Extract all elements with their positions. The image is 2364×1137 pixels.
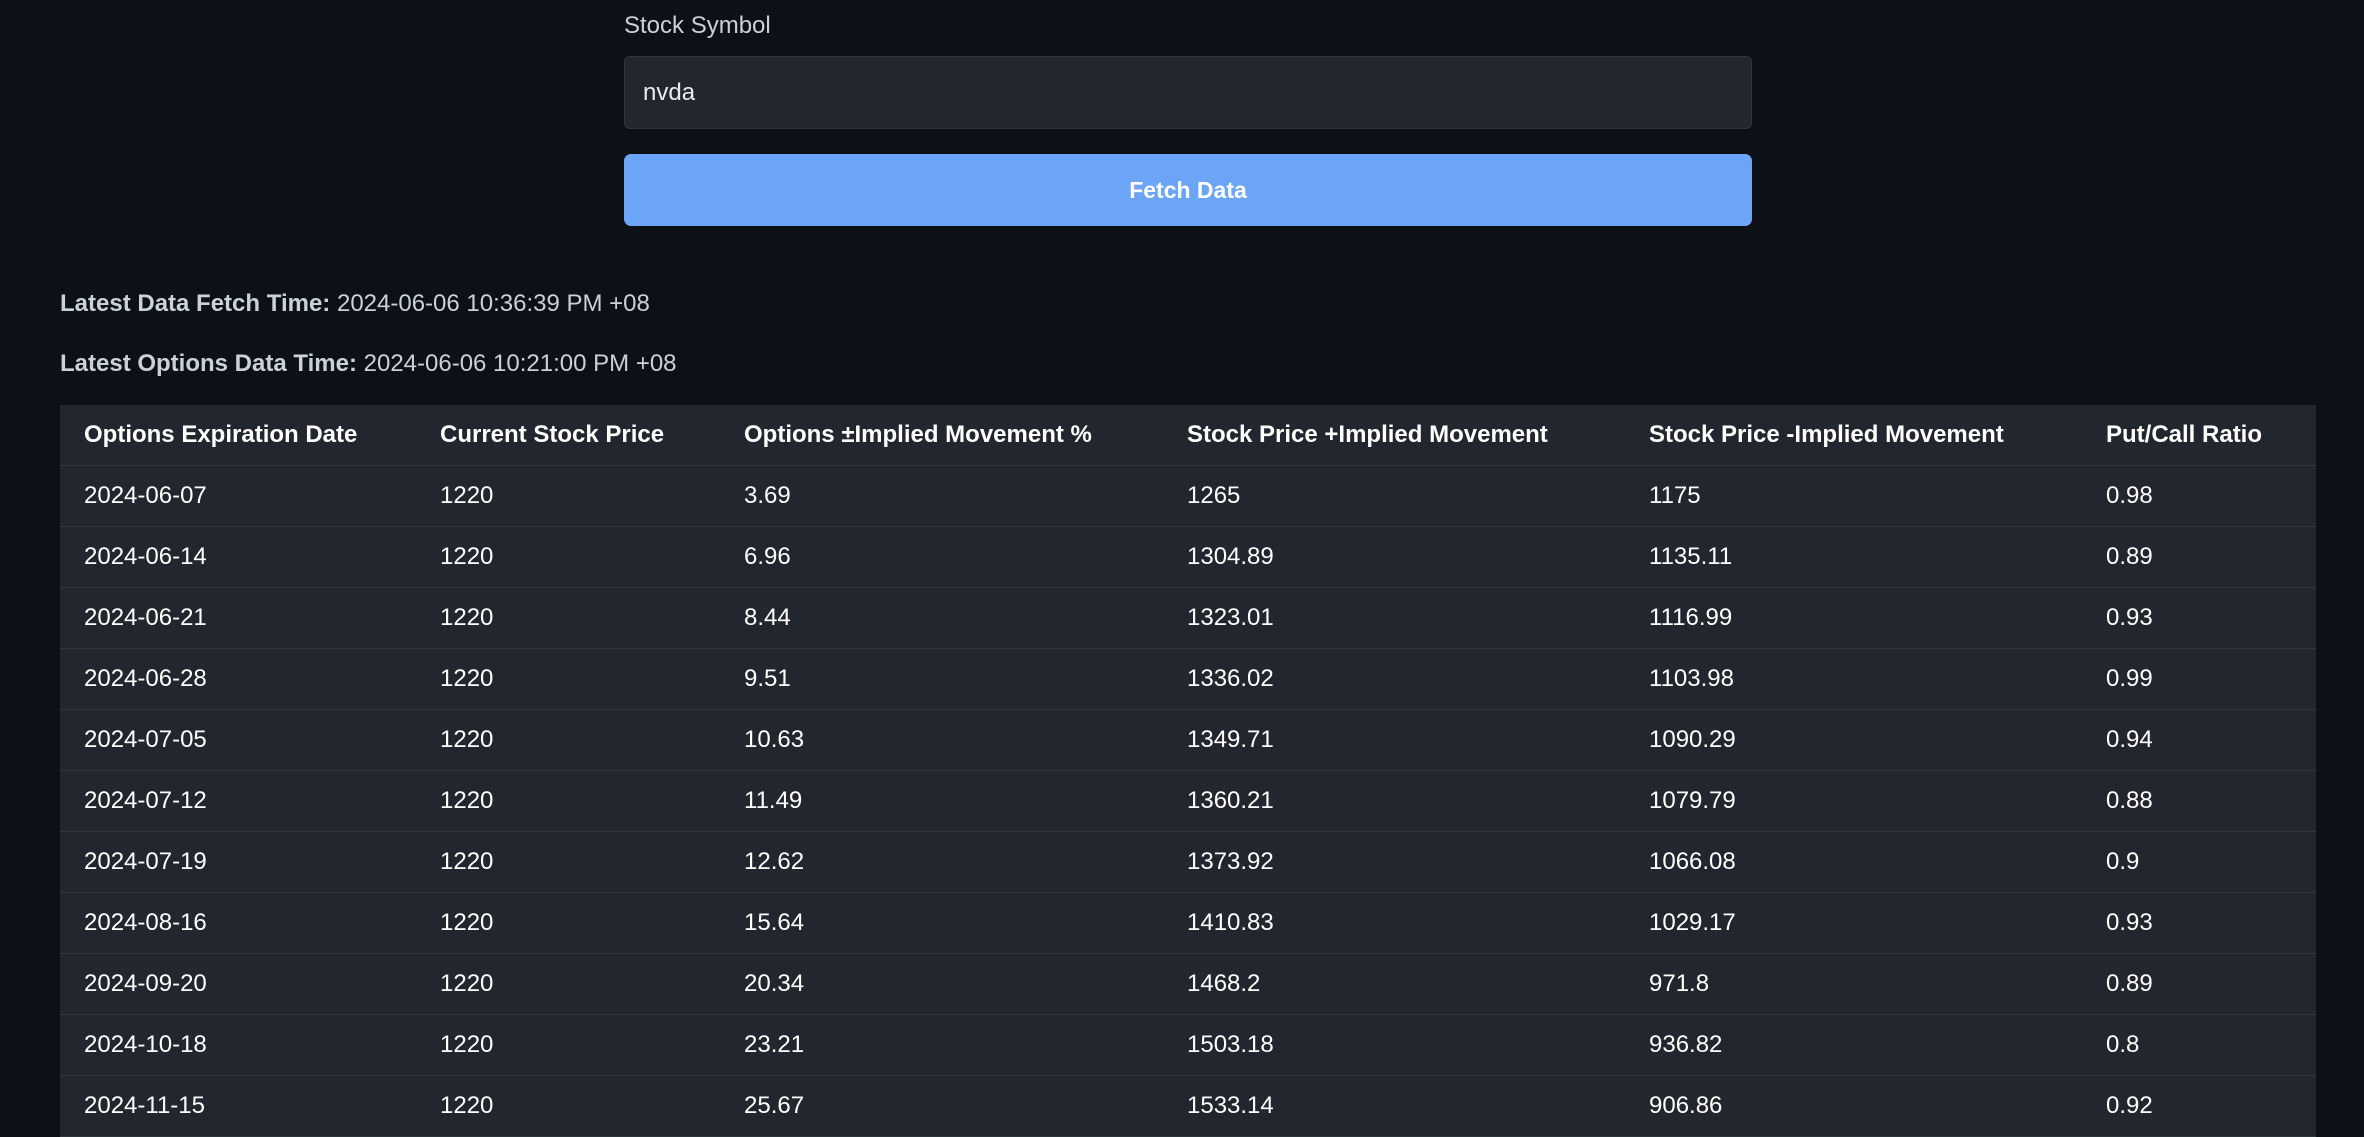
- table-cell: 1304.89: [1163, 526, 1625, 588]
- table-cell: 0.9: [2082, 831, 2316, 893]
- table-cell: 2024-07-12: [60, 770, 416, 832]
- table-cell: 11.49: [720, 770, 1163, 832]
- table-cell: 1220: [416, 831, 720, 893]
- latest-options-time-label: Latest Options Data Time:: [60, 350, 357, 377]
- table-cell: 0.99: [2082, 648, 2316, 710]
- table-cell: 1349.71: [1163, 709, 1625, 771]
- table-cell: 20.34: [720, 953, 1163, 1015]
- latest-fetch-time-label: Latest Data Fetch Time:: [60, 290, 331, 317]
- table-cell: 1220: [416, 770, 720, 832]
- table-row: 2024-11-15 1220 25.67 1533.14 906.86 0.9…: [60, 1075, 2316, 1137]
- table-row: 2024-06-28 1220 9.51 1336.02 1103.98 0.9…: [60, 648, 2316, 710]
- table-cell: 1533.14: [1163, 1075, 1625, 1137]
- latest-fetch-time: Latest Data Fetch Time: 2024-06-06 10:36…: [60, 290, 650, 318]
- table-cell: 2024-06-28: [60, 648, 416, 710]
- table-cell: 1220: [416, 648, 720, 710]
- table-cell: 1116.99: [1625, 587, 2082, 649]
- table-cell: 0.8: [2082, 1014, 2316, 1076]
- column-header: Options ±Implied Movement %: [720, 405, 1163, 466]
- table-cell: 1373.92: [1163, 831, 1625, 893]
- options-table: Options Expiration Date Current Stock Pr…: [60, 405, 2316, 1137]
- latest-fetch-time-value: 2024-06-06 10:36:39 PM +08: [336, 290, 650, 317]
- column-header: Options Expiration Date: [60, 405, 416, 466]
- table-cell: 10.63: [720, 709, 1163, 771]
- table-cell: 23.21: [720, 1014, 1163, 1076]
- options-table-container: Options Expiration Date Current Stock Pr…: [60, 405, 2316, 1137]
- table-cell: 971.8: [1625, 953, 2082, 1015]
- table-cell: 2024-06-07: [60, 465, 416, 527]
- table-cell: 1336.02: [1163, 648, 1625, 710]
- table-cell: 0.93: [2082, 587, 2316, 649]
- table-cell: 1410.83: [1163, 892, 1625, 954]
- table-cell: 1079.79: [1625, 770, 2082, 832]
- table-row: 2024-06-14 1220 6.96 1304.89 1135.11 0.8…: [60, 526, 2316, 588]
- fetch-data-button[interactable]: Fetch Data: [624, 154, 1752, 226]
- table-cell: 1360.21: [1163, 770, 1625, 832]
- stock-symbol-input[interactable]: [624, 56, 1752, 129]
- table-cell: 0.93: [2082, 892, 2316, 954]
- table-cell: 1090.29: [1625, 709, 2082, 771]
- table-cell: 0.89: [2082, 953, 2316, 1015]
- table-row: 2024-08-16 1220 15.64 1410.83 1029.17 0.…: [60, 892, 2316, 954]
- stock-symbol-label: Stock Symbol: [624, 12, 771, 39]
- table-row: 2024-09-20 1220 20.34 1468.2 971.8 0.89: [60, 953, 2316, 1015]
- table-cell: 1323.01: [1163, 587, 1625, 649]
- table-row: 2024-07-19 1220 12.62 1373.92 1066.08 0.…: [60, 831, 2316, 893]
- table-cell: 8.44: [720, 587, 1163, 649]
- column-header: Stock Price -Implied Movement: [1625, 405, 2082, 466]
- table-cell: 906.86: [1625, 1075, 2082, 1137]
- latest-options-time: Latest Options Data Time: 2024-06-06 10:…: [60, 350, 677, 378]
- table-header-row: Options Expiration Date Current Stock Pr…: [60, 405, 2316, 466]
- table-cell: 0.92: [2082, 1075, 2316, 1137]
- table-cell: 1220: [416, 465, 720, 527]
- table-cell: 0.89: [2082, 526, 2316, 588]
- table-row: 2024-07-12 1220 11.49 1360.21 1079.79 0.…: [60, 770, 2316, 832]
- table-cell: 1220: [416, 1014, 720, 1076]
- table-row: 2024-06-21 1220 8.44 1323.01 1116.99 0.9…: [60, 587, 2316, 649]
- table-cell: 2024-06-21: [60, 587, 416, 649]
- table-cell: 3.69: [720, 465, 1163, 527]
- table-cell: 2024-08-16: [60, 892, 416, 954]
- latest-options-time-value: 2024-06-06 10:21:00 PM +08: [363, 350, 677, 377]
- table-cell: 1220: [416, 526, 720, 588]
- table-cell: 1220: [416, 953, 720, 1015]
- table-row: 2024-10-18 1220 23.21 1503.18 936.82 0.8: [60, 1014, 2316, 1076]
- table-cell: 1220: [416, 1075, 720, 1137]
- table-cell: 0.98: [2082, 465, 2316, 527]
- table-cell: 12.62: [720, 831, 1163, 893]
- table-cell: 1103.98: [1625, 648, 2082, 710]
- table-cell: 1135.11: [1625, 526, 2082, 588]
- table-cell: 1220: [416, 587, 720, 649]
- table-cell: 15.64: [720, 892, 1163, 954]
- table-row: 2024-06-07 1220 3.69 1265 1175 0.98: [60, 465, 2316, 527]
- table-cell: 1220: [416, 709, 720, 771]
- table-cell: 9.51: [720, 648, 1163, 710]
- table-cell: 1175: [1625, 465, 2082, 527]
- table-cell: 2024-07-19: [60, 831, 416, 893]
- column-header: Put/Call Ratio: [2082, 405, 2316, 466]
- table-cell: 2024-07-05: [60, 709, 416, 771]
- table-cell: 2024-09-20: [60, 953, 416, 1015]
- table-row: 2024-07-05 1220 10.63 1349.71 1090.29 0.…: [60, 709, 2316, 771]
- table-cell: 1029.17: [1625, 892, 2082, 954]
- table-cell: 1066.08: [1625, 831, 2082, 893]
- table-cell: 2024-06-14: [60, 526, 416, 588]
- table-cell: 2024-10-18: [60, 1014, 416, 1076]
- table-cell: 0.88: [2082, 770, 2316, 832]
- column-header: Current Stock Price: [416, 405, 720, 466]
- table-cell: 936.82: [1625, 1014, 2082, 1076]
- table-cell: 1503.18: [1163, 1014, 1625, 1076]
- table-cell: 1468.2: [1163, 953, 1625, 1015]
- table-cell: 2024-11-15: [60, 1075, 416, 1137]
- table-cell: 25.67: [720, 1075, 1163, 1137]
- table-cell: 1265: [1163, 465, 1625, 527]
- table-cell: 0.94: [2082, 709, 2316, 771]
- table-cell: 6.96: [720, 526, 1163, 588]
- table-cell: 1220: [416, 892, 720, 954]
- column-header: Stock Price +Implied Movement: [1163, 405, 1625, 466]
